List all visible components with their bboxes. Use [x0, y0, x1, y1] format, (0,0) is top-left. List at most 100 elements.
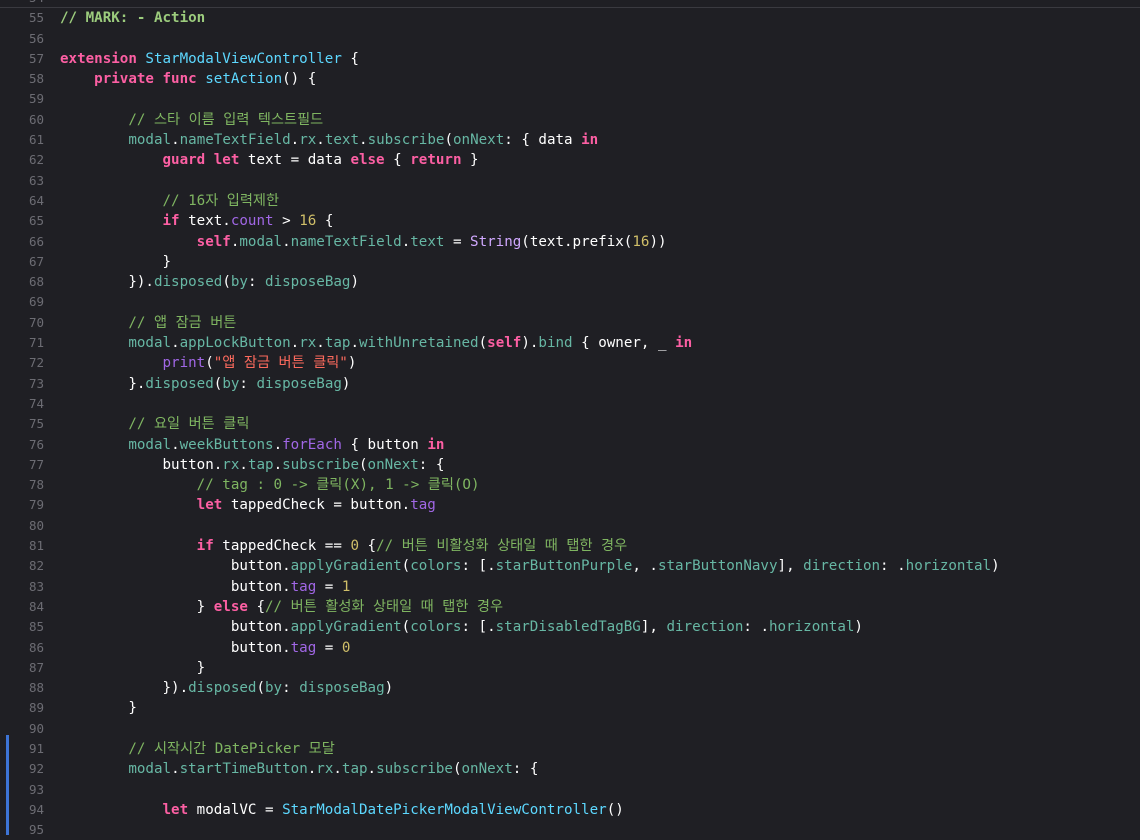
token-plain: button. [60, 558, 291, 575]
code-line[interactable]: 70 // 앱 잠금 버튼 [0, 313, 1140, 333]
code-line[interactable]: 82 button.applyGradient(colors: [.starBu… [0, 556, 1140, 576]
line-number: 83 [28, 578, 44, 594]
code-text: } [60, 658, 206, 678]
token-plain: )) [649, 233, 667, 250]
token-keyword: else [213, 598, 248, 615]
token-plain: . [350, 335, 360, 352]
code-line[interactable]: 66 self.modal.nameTextField.text = Strin… [0, 232, 1140, 252]
code-text: // tag : 0 -> 클릭(X), 1 -> 클릭(O) [60, 475, 480, 495]
token-type: StarModalViewController [145, 50, 342, 67]
line-number: 56 [28, 30, 44, 46]
code-line[interactable]: 73 }.disposed(by: disposeBag) [0, 374, 1140, 394]
code-line[interactable]: 61 modal.nameTextField.rx.text.subscribe… [0, 130, 1140, 150]
token-plain: ( [256, 680, 266, 697]
code-line[interactable]: 86 button.tag = 0 [0, 638, 1140, 658]
code-text: button.rx.tap.subscribe(onNext: { [60, 455, 444, 475]
token-method: modal [128, 436, 172, 453]
code-line[interactable]: 84 } else {// 버튼 활성화 상태일 때 탭한 경우 [0, 597, 1140, 617]
token-plain: . [239, 456, 248, 473]
token-method: weekButtons [179, 436, 274, 453]
code-line[interactable]: 92 modal.startTimeButton.rx.tap.subscrib… [0, 759, 1140, 779]
token-comment: // 요일 버튼 클릭 [128, 416, 250, 433]
code-line[interactable]: 87 } [0, 658, 1140, 678]
code-line[interactable]: 58 private func setAction() { [0, 69, 1140, 89]
code-line[interactable]: 59 [0, 89, 1140, 109]
token-method: withUnretained [359, 335, 479, 352]
code-line[interactable]: 56 [0, 29, 1140, 49]
token-plain: button. [60, 456, 223, 473]
code-line[interactable]: 64 // 16자 입력제한 [0, 191, 1140, 211]
code-line[interactable]: 77 button.rx.tap.subscribe(onNext: { [0, 455, 1140, 475]
code-line[interactable]: 67 } [0, 252, 1140, 272]
token-keyword: private [94, 71, 154, 88]
token-keyword: if [162, 213, 180, 230]
token-plain: { [247, 598, 266, 615]
code-line[interactable]: 80 [0, 516, 1140, 536]
token-method: startTimeButton [179, 761, 308, 778]
line-number: 85 [28, 619, 44, 635]
code-line[interactable]: 94 let modalVC = StarModalDatePickerModa… [0, 800, 1140, 820]
code-line[interactable]: 81 if tappedCheck == 0 {// 버튼 비활성화 상태일 때… [0, 536, 1140, 556]
token-method: appLockButton [179, 335, 291, 352]
code-line[interactable]: 65 if text.count > 16 { [0, 211, 1140, 231]
code-line[interactable]: 63 [0, 171, 1140, 191]
code-line[interactable]: 75 // 요일 버튼 클릭 [0, 414, 1140, 434]
code-line[interactable]: 79 let tappedCheck = button.tag [0, 495, 1140, 515]
code-line[interactable]: 60 // 스타 이름 입력 텍스트필드 [0, 110, 1140, 130]
code-line[interactable]: 71 modal.appLockButton.rx.tap.withUnreta… [0, 333, 1140, 353]
code-line[interactable]: 95 [0, 820, 1140, 840]
token-method: disposeBag [299, 680, 385, 697]
token-method: onNext [452, 132, 505, 149]
code-line[interactable]: 89 } [0, 698, 1140, 718]
line-number: 84 [28, 598, 44, 614]
token-method: text [324, 132, 360, 149]
code-line[interactable]: 88 }).disposed(by: disposeBag) [0, 678, 1140, 698]
code-line[interactable]: 76 modal.weekButtons.forEach { button in [0, 435, 1140, 455]
code-text: } else {// 버튼 활성화 상태일 때 탭한 경우 [60, 597, 503, 617]
code-line[interactable]: 74 [0, 394, 1140, 414]
token-plain: : . [880, 558, 906, 575]
code-line[interactable]: 90 [0, 719, 1140, 739]
line-number: 81 [28, 538, 44, 554]
token-method: modal [128, 335, 172, 352]
token-method: bind [538, 335, 573, 352]
line-number: 59 [28, 91, 44, 107]
token-method: nameTextField [290, 233, 402, 250]
code-text: button.applyGradient(colors: [.starButto… [60, 556, 1000, 576]
line-number: 70 [28, 314, 44, 330]
code-text: } [60, 252, 171, 272]
token-method: modal [128, 761, 172, 778]
line-number: 72 [28, 355, 44, 371]
code-line[interactable]: 83 button.tag = 1 [0, 577, 1140, 597]
line-number: 67 [28, 253, 44, 269]
line-number: 57 [28, 50, 44, 66]
code-line[interactable]: 55 // MARK: - Action [0, 8, 1140, 28]
code-line[interactable]: 72 print("앱 잠금 버튼 클릭") [0, 353, 1140, 373]
token-plain: }. [60, 375, 146, 392]
code-line[interactable]: 62 guard let text = data else { return } [0, 150, 1140, 170]
code-line[interactable]: 85 button.applyGradient(colors: [.starDi… [0, 617, 1140, 637]
code-text: guard let text = data else { return } [60, 150, 479, 170]
code-line[interactable]: 78 // tag : 0 -> 클릭(X), 1 -> 클릭(O) [0, 475, 1140, 495]
token-plain: ], [640, 619, 667, 636]
code-text: self.modal.nameTextField.text = String(t… [60, 232, 667, 252]
code-line[interactable]: 69 [0, 292, 1140, 312]
token-prop: forEach [282, 436, 342, 453]
code-line[interactable]: 54 [0, 0, 1140, 8]
token-prop: count [230, 213, 274, 230]
code-line[interactable]: 93 [0, 780, 1140, 800]
token-plain: . [282, 233, 291, 250]
line-number: 93 [28, 781, 44, 797]
token-plain: ( [205, 355, 214, 372]
code-line[interactable]: 57 extension StarModalViewController { [0, 49, 1140, 69]
token-prop: print [162, 355, 206, 372]
code-editor[interactable]: 54 55 // MARK: - Action 56 57 extension StarM… [0, 0, 1140, 840]
code-line[interactable]: 91 // 시작시간 DatePicker 모달 [0, 739, 1140, 759]
token-method: horizontal [905, 558, 992, 575]
code-line[interactable]: 68 }).disposed(by: disposeBag) [0, 272, 1140, 292]
token-method: text [410, 233, 445, 250]
token-keyword: guard [162, 152, 206, 169]
